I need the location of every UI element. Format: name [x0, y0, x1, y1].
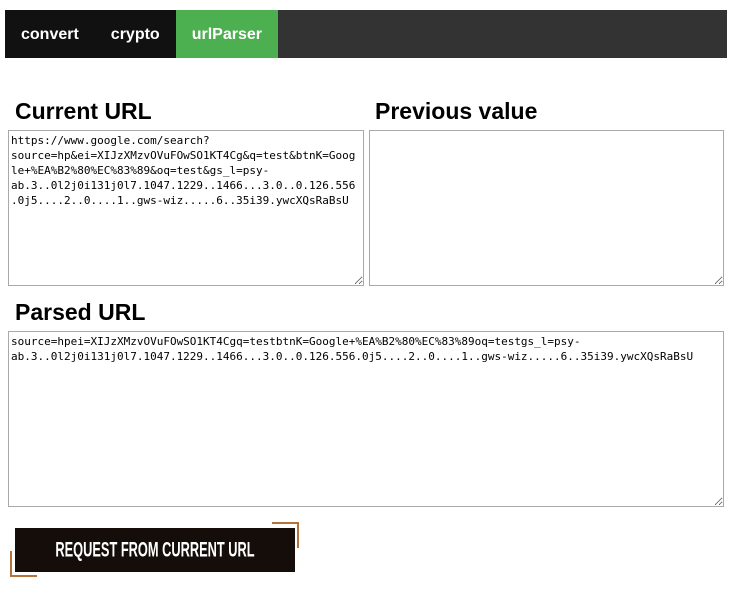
parsed-url-heading: Parsed URL — [15, 299, 146, 325]
current-url-heading: Current URL — [15, 98, 152, 124]
tab-urlparser[interactable]: urlParser — [175, 10, 278, 58]
top-nav: convert crypto urlParser — [5, 10, 727, 58]
previous-value-textarea[interactable] — [369, 130, 724, 286]
request-from-current-url-button[interactable]: REQUEST FROM CURRENT URL — [15, 528, 295, 572]
request-button-label: REQUEST FROM CURRENT URL — [55, 538, 255, 562]
current-url-textarea[interactable]: https://www.google.com/search?source=hp&… — [8, 130, 364, 286]
previous-value-heading: Previous value — [375, 98, 538, 124]
tab-crypto[interactable]: crypto — [94, 10, 176, 58]
tab-convert[interactable]: convert — [5, 10, 95, 58]
parsed-url-textarea[interactable]: source=hpei=XIJzXMzvOVuFOwSO1KT4Cgq=test… — [8, 331, 724, 507]
